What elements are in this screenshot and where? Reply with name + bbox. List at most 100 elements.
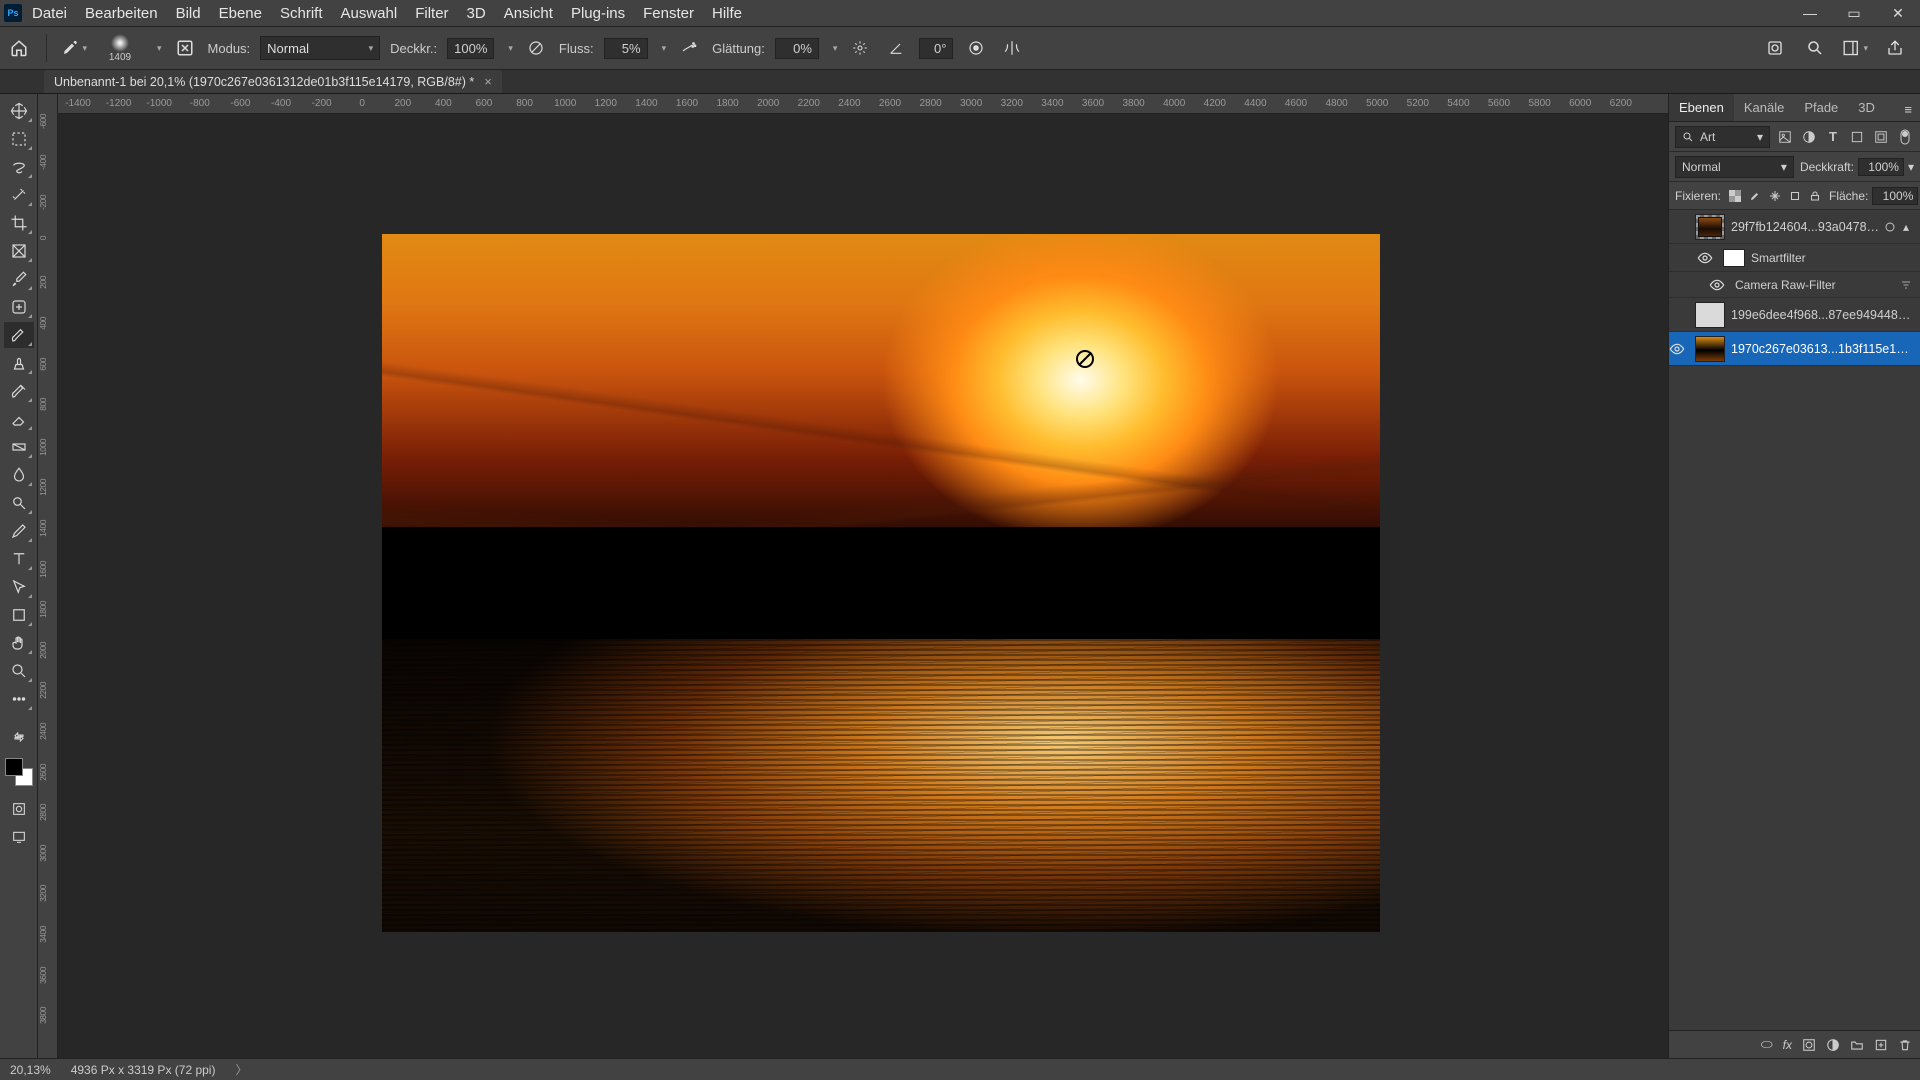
pressure-size-icon[interactable] bbox=[963, 35, 989, 61]
filter-visibility-icon[interactable] bbox=[1882, 219, 1898, 235]
layer-name[interactable]: 199e6dee4f968...87ee94944802d bbox=[1731, 308, 1914, 322]
menu-schrift[interactable]: Schrift bbox=[280, 5, 323, 22]
layer-row[interactable]: 199e6dee4f968...87ee94944802d bbox=[1669, 298, 1920, 332]
link-layers-icon[interactable]: ⬭ bbox=[1761, 1036, 1773, 1053]
layer-name[interactable]: 1970c267e03613...1b3f115e14179 bbox=[1731, 342, 1914, 356]
move-tool[interactable] bbox=[4, 98, 34, 124]
close-button[interactable]: ✕ bbox=[1886, 5, 1910, 22]
share-icon[interactable] bbox=[1882, 35, 1908, 61]
airbrush-icon[interactable] bbox=[676, 35, 702, 61]
crop-tool[interactable] bbox=[4, 210, 34, 236]
gradient-tool[interactable] bbox=[4, 434, 34, 460]
layer-opacity-input[interactable]: 100% bbox=[1858, 158, 1904, 176]
type-tool[interactable] bbox=[4, 546, 34, 572]
menu-plug-ins[interactable]: Plug-ins bbox=[571, 5, 625, 22]
layer-thumbnail[interactable] bbox=[1695, 214, 1725, 240]
search-icon[interactable] bbox=[1802, 35, 1828, 61]
lock-position-icon[interactable] bbox=[1769, 188, 1781, 204]
angle-icon[interactable] bbox=[883, 35, 909, 61]
layer-name[interactable]: Camera Raw-Filter bbox=[1735, 278, 1898, 292]
blend-mode-select[interactable]: Normal▾ bbox=[260, 36, 380, 60]
zoom-tool[interactable] bbox=[4, 658, 34, 684]
visibility-toggle[interactable] bbox=[1669, 341, 1695, 357]
status-chevron-icon[interactable]: 〉 bbox=[235, 1061, 247, 1078]
blur-tool[interactable] bbox=[4, 462, 34, 488]
menu-3d[interactable]: 3D bbox=[467, 5, 486, 22]
layer-blend-mode-select[interactable]: Normal▾ bbox=[1675, 156, 1794, 178]
layer-thumbnail[interactable] bbox=[1695, 336, 1725, 362]
cloud-docs-icon[interactable] bbox=[1762, 35, 1788, 61]
menu-datei[interactable]: Datei bbox=[32, 5, 67, 22]
filter-type-icon[interactable]: T bbox=[1824, 128, 1842, 146]
menu-bearbeiten[interactable]: Bearbeiten bbox=[85, 5, 158, 22]
menu-ebene[interactable]: Ebene bbox=[219, 5, 262, 22]
layer-row[interactable]: 1970c267e03613...1b3f115e14179 bbox=[1669, 332, 1920, 366]
filter-shape-icon[interactable] bbox=[1848, 128, 1866, 146]
visibility-toggle[interactable] bbox=[1697, 250, 1723, 266]
layer-name[interactable]: Smartfilter bbox=[1751, 251, 1914, 265]
more-tools[interactable] bbox=[4, 686, 34, 712]
history-brush-tool[interactable] bbox=[4, 378, 34, 404]
dodge-tool[interactable] bbox=[4, 490, 34, 516]
brush-preview[interactable]: 1409 bbox=[97, 31, 143, 65]
menu-auswahl[interactable]: Auswahl bbox=[341, 5, 398, 22]
collapse-icon[interactable]: ▴ bbox=[1898, 219, 1914, 235]
fill-input[interactable]: 100% bbox=[1872, 187, 1918, 205]
tool-preset-icon[interactable]: ▾ bbox=[61, 35, 87, 61]
color-swatch[interactable] bbox=[5, 758, 33, 786]
smoothing-input[interactable]: 0% bbox=[775, 38, 819, 59]
frame-tool[interactable] bbox=[4, 238, 34, 264]
filter-pixel-icon[interactable] bbox=[1776, 128, 1794, 146]
zoom-readout[interactable]: 20,13% bbox=[10, 1063, 51, 1077]
marquee-tool[interactable] bbox=[4, 126, 34, 152]
panel-menu-icon[interactable]: ≡ bbox=[1896, 98, 1920, 121]
stamp-tool[interactable] bbox=[4, 350, 34, 376]
opacity-input[interactable]: 100% bbox=[447, 38, 494, 59]
brush-panel-toggle[interactable] bbox=[172, 35, 198, 61]
home-button[interactable] bbox=[6, 35, 32, 61]
canvas[interactable] bbox=[78, 114, 1668, 1058]
brush-tool[interactable] bbox=[4, 322, 34, 348]
hand-tool[interactable] bbox=[4, 630, 34, 656]
new-layer-icon[interactable] bbox=[1874, 1038, 1888, 1052]
new-adjustment-icon[interactable] bbox=[1826, 1038, 1840, 1052]
lasso-tool[interactable] bbox=[4, 154, 34, 180]
panel-tab-pfade[interactable]: Pfade bbox=[1794, 94, 1848, 121]
angle-input[interactable]: 0° bbox=[919, 38, 953, 59]
lock-artboard-icon[interactable] bbox=[1789, 188, 1801, 204]
layer-filter-kind[interactable]: Art ▾ bbox=[1675, 126, 1770, 148]
menu-hilfe[interactable]: Hilfe bbox=[712, 5, 742, 22]
panel-tab-3d[interactable]: 3D bbox=[1848, 94, 1885, 121]
new-group-icon[interactable] bbox=[1850, 1038, 1864, 1052]
edit-toolbar-icon[interactable] bbox=[4, 724, 34, 750]
panel-tab-kanäle[interactable]: Kanäle bbox=[1734, 94, 1794, 121]
filter-toggle-icon[interactable] bbox=[1896, 128, 1914, 146]
heal-tool[interactable] bbox=[4, 294, 34, 320]
lock-pixels-icon[interactable] bbox=[1749, 188, 1761, 204]
layer-row[interactable]: Smartfilter bbox=[1669, 244, 1920, 272]
menu-filter[interactable]: Filter bbox=[415, 5, 448, 22]
wand-tool[interactable] bbox=[4, 182, 34, 208]
layer-name[interactable]: 29f7fb124604...93a047894a38 bbox=[1731, 220, 1882, 234]
document-tab[interactable]: Unbenannt-1 bei 20,1% (1970c267e0361312d… bbox=[44, 70, 502, 93]
smoothing-gear-icon[interactable] bbox=[847, 35, 873, 61]
workspace-icon[interactable]: ▾ bbox=[1842, 35, 1868, 61]
eraser-tool[interactable] bbox=[4, 406, 34, 432]
flow-input[interactable]: 5% bbox=[604, 38, 648, 59]
filter-smart-icon[interactable] bbox=[1872, 128, 1890, 146]
shape-tool[interactable] bbox=[4, 602, 34, 628]
pen-tool[interactable] bbox=[4, 518, 34, 544]
layer-fx-icon[interactable]: fx bbox=[1783, 1038, 1792, 1052]
visibility-toggle[interactable] bbox=[1709, 277, 1735, 293]
maximize-button[interactable]: ▭ bbox=[1842, 5, 1866, 22]
lock-transparency-icon[interactable] bbox=[1729, 188, 1741, 204]
menu-bild[interactable]: Bild bbox=[176, 5, 201, 22]
layer-mask-icon[interactable] bbox=[1802, 1038, 1816, 1052]
layer-thumbnail[interactable] bbox=[1695, 302, 1725, 328]
lock-all-icon[interactable] bbox=[1809, 188, 1821, 204]
filter-settings-icon[interactable] bbox=[1898, 277, 1914, 293]
screen-mode-icon[interactable] bbox=[4, 824, 34, 850]
panel-tab-ebenen[interactable]: Ebenen bbox=[1669, 94, 1734, 121]
path-select-tool[interactable] bbox=[4, 574, 34, 600]
filter-adjust-icon[interactable] bbox=[1800, 128, 1818, 146]
